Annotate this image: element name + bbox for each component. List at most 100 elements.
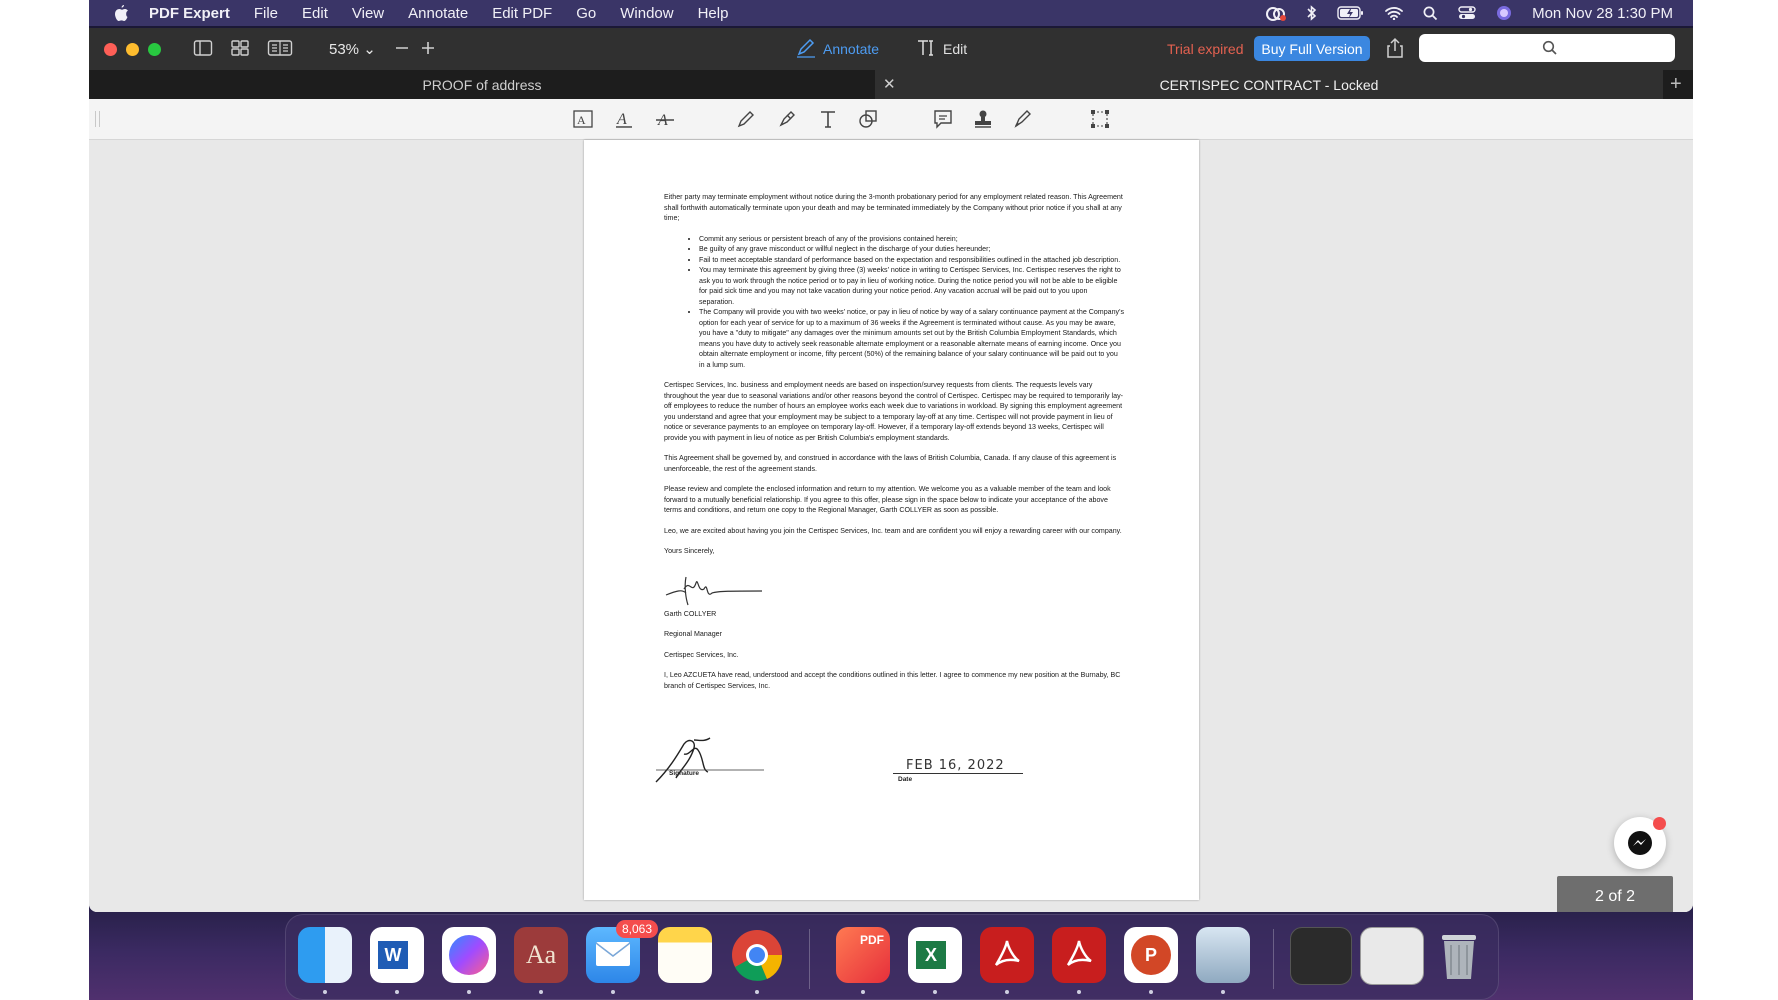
menu-edit-pdf[interactable]: Edit PDF	[492, 5, 552, 22]
termination-list: Commit any serious or persistent breach …	[664, 234, 1124, 371]
mail-icon[interactable]: 8,063	[586, 920, 658, 983]
stamp-tool-icon[interactable]	[972, 108, 994, 130]
menu-bar: PDF Expert File Edit View Annotate Edit …	[89, 0, 1693, 26]
chrome-icon[interactable]	[730, 927, 784, 983]
mail-unread-badge: 8,063	[615, 920, 658, 938]
comment-tool-icon[interactable]	[932, 108, 954, 130]
messenger-icon	[1626, 829, 1654, 862]
signature-tool-icon[interactable]	[1012, 108, 1034, 130]
svg-text:A: A	[616, 111, 627, 128]
area-select-tool-icon[interactable]	[1089, 108, 1111, 130]
grid-view-icon[interactable]	[230, 39, 252, 59]
sidebar-toggle-icon[interactable]	[193, 39, 215, 59]
signer-company: Certispec Services, Inc.	[664, 650, 739, 659]
menu-edit[interactable]: Edit	[302, 5, 328, 22]
minimized-browser-window[interactable]	[1360, 927, 1424, 985]
menu-annotate[interactable]: Annotate	[408, 5, 468, 22]
trial-expired-label: Trial expired	[1167, 41, 1244, 57]
running-indicator	[1149, 990, 1153, 994]
close-window-button[interactable]	[104, 43, 117, 56]
highlighter-tool-icon[interactable]	[776, 108, 798, 130]
dock-separator	[1273, 929, 1274, 989]
zoom-in-icon[interactable]	[420, 38, 442, 58]
date-label: Date	[898, 776, 913, 783]
apple-menu-icon[interactable]	[111, 3, 131, 23]
annotate-mode-button[interactable]: Annotate	[823, 41, 879, 57]
wifi-icon[interactable]	[1385, 6, 1403, 20]
strikethrough-tool-icon[interactable]: A	[654, 108, 676, 130]
menu-extras: Mon Nov 28 1:30 PM	[1265, 0, 1673, 26]
spotlight-search-icon[interactable]	[1423, 6, 1438, 21]
battery-icon[interactable]	[1337, 6, 1365, 20]
trash-icon[interactable]	[1432, 927, 1486, 983]
dock-separator	[809, 929, 810, 989]
finder-icon[interactable]	[298, 927, 352, 983]
text-highlight-tool-icon[interactable]: A	[572, 108, 594, 130]
shapes-tool-icon[interactable]	[857, 108, 879, 130]
annotation-toolbar: A A A	[89, 99, 1693, 140]
excel-letter-tile: X	[916, 941, 946, 969]
underline-tool-icon[interactable]: A	[613, 108, 635, 130]
running-indicator	[467, 990, 471, 994]
menu-help[interactable]: Help	[698, 5, 729, 22]
annotate-pen-icon[interactable]	[795, 38, 817, 58]
powerpoint-icon[interactable]: P	[1124, 927, 1178, 983]
running-indicator	[1077, 990, 1081, 994]
pen-tool-icon[interactable]	[735, 108, 757, 130]
dictionary-icon[interactable]: Aa	[514, 927, 568, 983]
menu-view[interactable]: View	[352, 5, 384, 22]
list-item: The Company will provide you with two we…	[699, 307, 1124, 370]
tab-proof-of-address[interactable]: PROOF of address	[89, 70, 875, 99]
list-item: You may terminate this agreement by givi…	[699, 265, 1124, 307]
zoom-out-icon[interactable]	[394, 38, 416, 58]
share-icon[interactable]	[1386, 37, 1408, 58]
zoom-level-dropdown[interactable]: 53% ⌄	[329, 40, 376, 58]
menubar-clock[interactable]: Mon Nov 28 1:30 PM	[1532, 5, 1673, 22]
pdf-label: PDF	[860, 933, 884, 947]
menu-app-name[interactable]: PDF Expert	[149, 5, 230, 22]
search-icon	[1542, 40, 1558, 61]
excel-icon[interactable]: X	[908, 927, 962, 983]
drag-handle-icon[interactable]	[95, 111, 100, 127]
page-counter: 2 of 2	[1557, 876, 1673, 912]
chrome-logo	[732, 930, 783, 981]
bluetooth-icon[interactable]	[1307, 5, 1317, 21]
acceptance-paragraph: I, Leo AZCUETA have read, understood and…	[664, 671, 1121, 690]
close-tab-icon[interactable]: ✕	[883, 75, 896, 93]
menu-window[interactable]: Window	[620, 5, 673, 22]
running-indicator	[539, 990, 543, 994]
reading-mode-icon[interactable]	[267, 39, 293, 59]
menu-file[interactable]: File	[254, 5, 278, 22]
siri-icon[interactable]	[1496, 5, 1512, 21]
tab-label: CERTISPEC CONTRACT - Locked	[1159, 76, 1379, 93]
acrobat-icon[interactable]	[980, 927, 1034, 983]
creative-cloud-icon[interactable]	[1265, 5, 1287, 21]
minimized-pdf-window[interactable]	[1290, 927, 1352, 985]
pdf-page[interactable]: Either party may terminate employment wi…	[584, 140, 1199, 900]
buy-full-version-button[interactable]: Buy Full Version	[1254, 36, 1370, 61]
pdf-expert-window: 53% ⌄ Annotate Edit Trial expired Buy Fu…	[89, 28, 1693, 912]
edit-mode-button[interactable]: Edit	[943, 41, 967, 57]
menu-go[interactable]: Go	[576, 5, 596, 22]
tab-certispec-contract[interactable]: ✕ CERTISPEC CONTRACT - Locked	[875, 70, 1663, 99]
search-input[interactable]	[1419, 34, 1675, 62]
edit-text-cursor-icon[interactable]	[916, 38, 938, 58]
pdf-expert-icon[interactable]: PDF	[836, 927, 890, 983]
zoom-window-button[interactable]	[148, 43, 161, 56]
acrobat-reader-icon[interactable]	[1052, 927, 1106, 983]
list-item: Be guilty of any grave misconduct or wil…	[699, 244, 1124, 255]
text-tool-icon[interactable]	[817, 108, 839, 130]
review-paragraph: Please review and complete the enclosed …	[664, 485, 1111, 514]
document-viewer[interactable]: Either party may terminate employment wi…	[89, 140, 1693, 912]
new-tab-plus-icon[interactable]: +	[1670, 73, 1682, 96]
preview-icon[interactable]	[1196, 927, 1250, 983]
messenger-chat-bubble[interactable]	[1614, 817, 1666, 869]
notes-icon[interactable]	[658, 927, 712, 983]
messenger-icon[interactable]	[442, 927, 496, 983]
word-icon[interactable]: W	[370, 927, 424, 983]
envelope-icon	[595, 942, 631, 966]
control-center-icon[interactable]	[1458, 6, 1476, 20]
minimize-window-button[interactable]	[126, 43, 139, 56]
date-line	[893, 773, 1023, 774]
list-item: Commit any serious or persistent breach …	[699, 234, 1124, 245]
